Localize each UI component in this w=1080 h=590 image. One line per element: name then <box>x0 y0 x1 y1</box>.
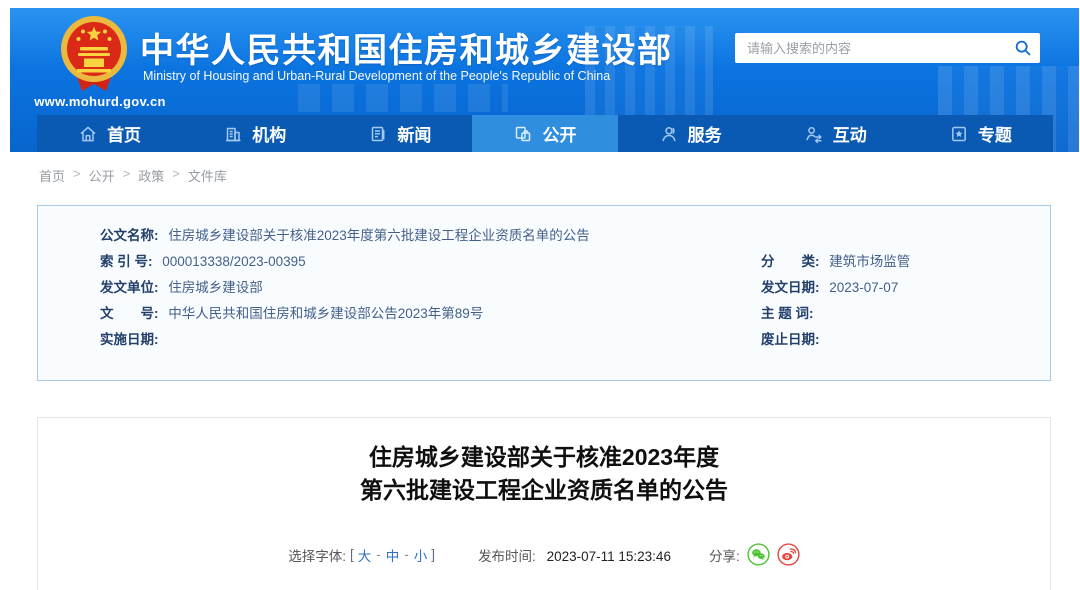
share-bar: 分享: <box>709 543 800 566</box>
meta-value: 住房城乡建设部 <box>168 280 263 295</box>
document-meta-box: 公文名称: 住房城乡建设部关于核准2023年度第六批建设工程企业资质名单的公告 … <box>37 205 1051 381</box>
meta-label: 文 号: <box>100 306 159 321</box>
meta-row-document-number: 文 号: 中华人民共和国住房和城乡建设部公告2023年第89号 <box>100 301 761 327</box>
breadcrumb-separator: > <box>73 166 81 185</box>
meta-label: 发文单位: <box>100 280 159 295</box>
article-title-line2: 第六批建设工程企业资质名单的公告 <box>38 474 1050 507</box>
service-icon <box>659 124 679 144</box>
main-nav: 首页 机构 新闻 <box>37 115 1053 152</box>
breadcrumb-policy[interactable]: 政策 <box>138 166 164 185</box>
meta-row-repeal-date: 废止日期: <box>761 327 1050 353</box>
breadcrumb: 首页 > 公开 > 政策 > 文件库 <box>39 166 227 185</box>
meta-row-subject-words: 主 题 词: <box>761 301 1050 327</box>
article-title-line1: 住房城乡建设部关于核准2023年度 <box>38 441 1050 474</box>
nav-item-label: 服务 <box>688 121 722 146</box>
font-size-open-bracket: [ <box>350 547 354 562</box>
meta-row-implementation-date: 实施日期: <box>100 327 761 353</box>
breadcrumb-separator: > <box>172 166 180 185</box>
font-size-small-link[interactable]: 小 <box>414 545 428 565</box>
share-label: 分享: <box>709 545 740 565</box>
article-toolbar: 选择字体: [ 大 - 中 - 小 ] 发布时间: 2023-07-11 15:… <box>38 543 1050 566</box>
nav-item-label: 首页 <box>107 121 141 146</box>
breadcrumb-document-library: 文件库 <box>188 166 227 185</box>
home-icon <box>78 124 98 144</box>
meta-row-document-name: 公文名称: 住房城乡建设部关于核准2023年度第六批建设工程企业资质名单的公告 <box>100 223 1050 249</box>
breadcrumb-separator: > <box>123 166 131 185</box>
font-size-separator: - <box>376 547 381 562</box>
meta-label: 公文名称: <box>100 228 159 243</box>
font-size-selector: 选择字体: [ 大 - 中 - 小 ] <box>288 545 436 565</box>
meta-value: 2023-07-07 <box>829 280 898 295</box>
interaction-icon <box>804 124 824 144</box>
site-subtitle-english: Ministry of Housing and Urban-Rural Deve… <box>143 69 610 83</box>
nav-item-disclosure[interactable]: 公开 <box>472 115 617 152</box>
publish-time-label: 发布时间: <box>478 549 536 564</box>
search-icon[interactable] <box>1006 39 1040 57</box>
article-title: 住房城乡建设部关于核准2023年度 第六批建设工程企业资质名单的公告 <box>38 441 1050 507</box>
nav-item-label: 新闻 <box>397 121 431 146</box>
font-size-separator: - <box>404 547 409 562</box>
meta-value: 住房城乡建设部关于核准2023年度第六批建设工程企业资质名单的公告 <box>168 228 590 243</box>
nav-item-label: 机构 <box>252 121 286 146</box>
news-icon <box>368 124 388 144</box>
meta-row-issue-date: 发文日期: 2023-07-07 <box>761 275 1050 301</box>
nav-item-label: 公开 <box>542 121 576 146</box>
special-topic-icon <box>949 124 969 144</box>
page: www.mohurd.gov.cn 中华人民共和国住房和城乡建设部 Minist… <box>0 0 1080 590</box>
nav-item-label: 专题 <box>978 121 1012 146</box>
breadcrumb-home[interactable]: 首页 <box>39 166 65 185</box>
font-size-medium-link[interactable]: 中 <box>386 545 400 565</box>
site-title: 中华人民共和国住房和城乡建设部 <box>140 23 673 72</box>
publish-time-value: 2023-07-11 15:23:46 <box>547 549 671 564</box>
meta-value: 中华人民共和国住房和城乡建设部公告2023年第89号 <box>168 306 483 321</box>
meta-label: 主 题 词: <box>761 306 814 321</box>
meta-row-index-number: 索 引 号: 000013338/2023-00395 <box>100 249 761 275</box>
nav-item-organization[interactable]: 机构 <box>182 115 327 152</box>
meta-label: 分 类: <box>761 254 820 269</box>
national-emblem-icon <box>58 13 130 99</box>
meta-row-category: 分 类: 建筑市场监管 <box>761 249 1050 275</box>
meta-label: 索 引 号: <box>100 254 153 269</box>
nav-item-home[interactable]: 首页 <box>37 115 182 152</box>
nav-item-interaction[interactable]: 互动 <box>763 115 908 152</box>
disclosure-icon <box>513 124 533 144</box>
nav-item-service[interactable]: 服务 <box>618 115 763 152</box>
meta-label: 发文日期: <box>761 280 820 295</box>
meta-value: 建筑市场监管 <box>829 254 910 269</box>
publish-time: 发布时间: 2023-07-11 15:23:46 <box>478 545 671 565</box>
nav-item-label: 互动 <box>833 121 867 146</box>
meta-label: 实施日期: <box>100 332 159 347</box>
nav-item-news[interactable]: 新闻 <box>327 115 472 152</box>
font-size-large-link[interactable]: 大 <box>358 545 372 565</box>
wechat-icon[interactable] <box>747 543 770 566</box>
site-url: www.mohurd.gov.cn <box>34 94 166 109</box>
search-input[interactable] <box>735 33 1006 63</box>
article-card: 住房城乡建设部关于核准2023年度 第六批建设工程企业资质名单的公告 选择字体:… <box>37 417 1051 590</box>
nav-item-special-topic[interactable]: 专题 <box>908 115 1053 152</box>
meta-value: 000013338/2023-00395 <box>162 254 305 269</box>
meta-row-issuing-unit: 发文单位: 住房城乡建设部 <box>100 275 761 301</box>
search-box <box>735 33 1040 63</box>
weibo-icon[interactable] <box>777 543 800 566</box>
font-size-close-bracket: ] <box>431 547 435 562</box>
organization-icon <box>223 124 243 144</box>
meta-label: 废止日期: <box>761 332 820 347</box>
breadcrumb-disclosure[interactable]: 公开 <box>89 166 115 185</box>
font-size-label: 选择字体: <box>288 545 346 565</box>
banner-building-graphic <box>298 84 508 112</box>
